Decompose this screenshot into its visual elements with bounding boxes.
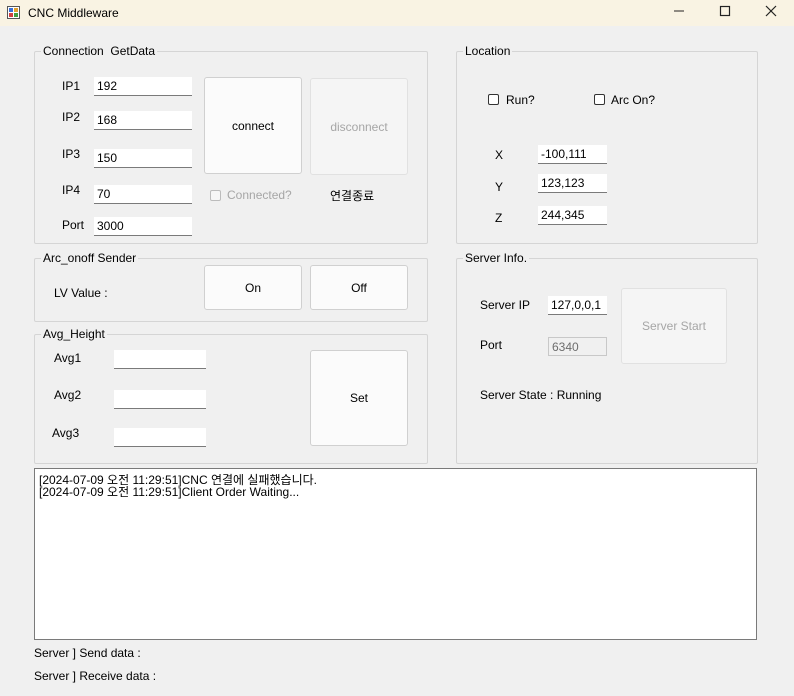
connect-button[interactable]: connect: [204, 77, 302, 174]
send-data-label: Server ] Send data :: [34, 646, 141, 660]
set-button[interactable]: Set: [310, 350, 408, 446]
log-textbox[interactable]: [2024-07-09 오전 11:29:51]CNC 연결에 실패했습니다. …: [34, 468, 757, 640]
avg1-label: Avg1: [54, 351, 82, 365]
window-title: CNC Middleware: [28, 6, 119, 20]
server-ip-label: Server IP: [480, 298, 531, 312]
server-info-legend: Server Info.: [463, 251, 530, 265]
avg2-input[interactable]: [114, 390, 206, 409]
server-ip-input[interactable]: [548, 296, 607, 315]
avg3-label: Avg3: [52, 426, 80, 440]
close-button[interactable]: [748, 0, 794, 26]
title-bar: CNC Middleware: [0, 0, 794, 26]
server-start-button[interactable]: Server Start: [621, 288, 727, 364]
x-label: X: [495, 148, 504, 162]
minimize-button[interactable]: [656, 0, 702, 26]
ip3-input[interactable]: [94, 149, 192, 168]
z-input[interactable]: [538, 206, 607, 225]
ip2-input[interactable]: [94, 111, 192, 130]
log-line: [2024-07-09 오전 11:29:51]Client Order Wai…: [39, 485, 300, 499]
ip2-label: IP2: [62, 110, 81, 124]
avg1-input[interactable]: [114, 350, 206, 369]
avg2-label: Avg2: [54, 388, 82, 402]
minimize-icon: [673, 4, 685, 22]
port-label: Port: [62, 218, 85, 232]
app-icon: [7, 6, 20, 19]
ip3-label: IP3: [62, 147, 81, 161]
arc-on-checkbox[interactable]: [594, 94, 605, 105]
location-legend: Location: [463, 44, 513, 58]
maximize-button[interactable]: [702, 0, 748, 26]
port-input[interactable]: [94, 217, 192, 236]
server-port-input[interactable]: [548, 337, 607, 356]
y-label: Y: [495, 180, 504, 194]
run-checkbox[interactable]: [488, 94, 499, 105]
avg3-input[interactable]: [114, 428, 206, 447]
disconnect-button[interactable]: disconnect: [310, 78, 408, 175]
arc-on-label: Arc On?: [611, 93, 656, 107]
ip1-label: IP1: [62, 79, 81, 93]
z-label: Z: [495, 211, 503, 225]
y-input[interactable]: [538, 174, 607, 193]
server-port-label: Port: [480, 338, 503, 352]
maximize-icon: [719, 4, 731, 22]
arc-sender-legend: Arc_onoff Sender: [41, 251, 139, 265]
connected-checkbox[interactable]: [210, 190, 221, 201]
connection-legend: Connection GetData: [41, 44, 158, 58]
ip4-label: IP4: [62, 183, 81, 197]
receive-data-label: Server ] Receive data :: [34, 669, 157, 683]
ip4-input[interactable]: [94, 185, 192, 204]
server-state-label: Server State : Running: [480, 388, 602, 402]
x-input[interactable]: [538, 145, 607, 164]
connected-label: Connected?: [227, 188, 292, 202]
connection-end-label: 연결종료: [330, 189, 375, 203]
lv-value-label: LV Value :: [54, 286, 108, 300]
ip1-input[interactable]: [94, 77, 192, 96]
on-button[interactable]: On: [204, 265, 302, 310]
close-icon: [765, 4, 777, 22]
avg-height-legend: Avg_Height: [41, 327, 107, 341]
off-button[interactable]: Off: [310, 265, 408, 310]
run-label: Run?: [506, 93, 535, 107]
